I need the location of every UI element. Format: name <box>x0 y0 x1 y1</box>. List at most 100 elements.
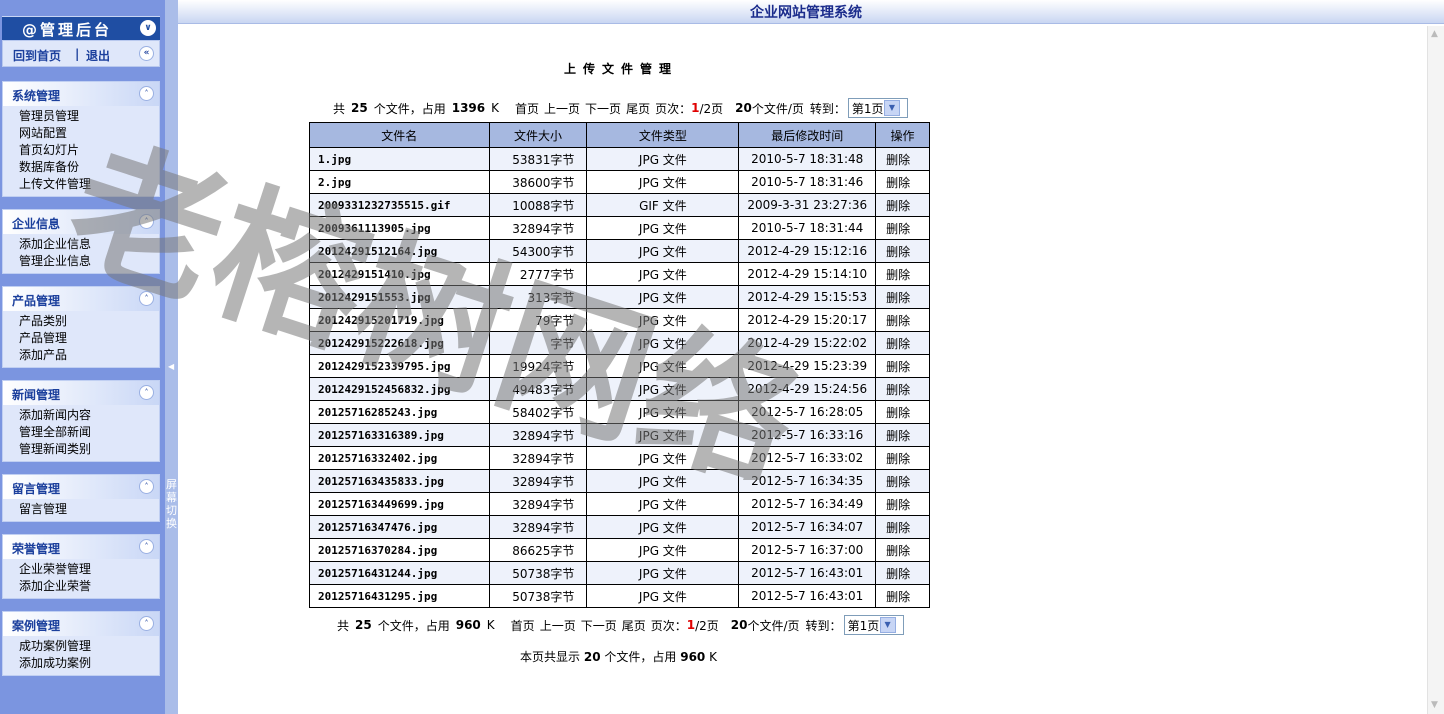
delete-link[interactable]: 删除 <box>875 262 930 286</box>
col-header-action: 操作 <box>875 122 930 148</box>
cell-type: JPG 文件 <box>586 423 740 447</box>
summary-size: 960 <box>680 650 706 664</box>
menu-item[interactable]: 上传文件管理 <box>19 176 159 193</box>
delete-link[interactable]: 删除 <box>875 515 930 539</box>
per-page-unit: 个文件/页 <box>751 101 804 116</box>
prev-page-link[interactable]: 上一页 <box>544 100 580 117</box>
first-page-link[interactable]: 首页 <box>511 617 535 634</box>
menu-item[interactable]: 产品管理 <box>19 330 159 347</box>
menu-item[interactable]: 数据库备份 <box>19 159 159 176</box>
first-page-link[interactable]: 首页 <box>515 100 539 117</box>
menu-item[interactable]: 首页幻灯片 <box>19 142 159 159</box>
page-select[interactable]: 第1页 ▼ <box>847 98 908 118</box>
menu-item[interactable]: 添加企业荣誉 <box>19 578 159 595</box>
delete-link[interactable]: 删除 <box>875 147 930 171</box>
cell-size: 50738字节 <box>488 561 588 585</box>
delete-link[interactable]: 删除 <box>875 492 930 516</box>
double-chevron-up-icon[interactable]: ˄ <box>139 539 154 554</box>
delete-link[interactable]: 删除 <box>875 239 930 263</box>
double-chevron-up-icon[interactable]: ˄ <box>139 616 154 631</box>
delete-link[interactable]: 删除 <box>875 538 930 562</box>
delete-link[interactable]: 删除 <box>875 423 930 447</box>
menu-group-header[interactable]: 新闻管理 ˄ <box>3 381 159 405</box>
next-page-link[interactable]: 下一页 <box>585 100 621 117</box>
cell-type: JPG 文件 <box>586 377 740 401</box>
home-link[interactable]: 回到首页 <box>13 47 61 64</box>
delete-link[interactable]: 删除 <box>875 469 930 493</box>
delete-link[interactable]: 删除 <box>875 170 930 194</box>
menu-item[interactable]: 网站配置 <box>19 125 159 142</box>
delete-link[interactable]: 删除 <box>875 216 930 240</box>
menu-group-header[interactable]: 留言管理 ˄ <box>3 475 159 499</box>
double-chevron-left-icon[interactable]: « <box>139 46 154 61</box>
delete-link[interactable]: 删除 <box>875 331 930 355</box>
cell-type: JPG 文件 <box>586 354 740 378</box>
cell-type: JPG 文件 <box>586 308 740 332</box>
logout-link[interactable]: 退出 <box>86 47 110 64</box>
double-chevron-up-icon[interactable]: ˄ <box>139 86 154 101</box>
delete-link[interactable]: 删除 <box>875 400 930 424</box>
goto-label: 转到： <box>805 618 842 633</box>
menu-item[interactable]: 企业荣誉管理 <box>19 561 159 578</box>
delete-link[interactable]: 删除 <box>875 308 930 332</box>
menu-item[interactable]: 留言管理 <box>19 501 159 518</box>
menu-item[interactable]: 管理企业信息 <box>19 253 159 270</box>
pager-total-size: 1396 <box>451 101 486 115</box>
table-row: 20125716331638​9.jpg 32894字节 JPG 文件 2012-5-… <box>309 423 930 447</box>
pager-total-prefix: 共 <box>333 101 346 116</box>
double-chevron-up-icon[interactable]: ˄ <box>139 214 154 229</box>
menu-item[interactable]: 添加成功案例 <box>19 655 159 672</box>
collapse-left-icon[interactable]: ◀ <box>168 362 174 371</box>
menu-item[interactable]: 管理新闻类别 <box>19 441 159 458</box>
cell-modified: 2012-5-7 16:43:01 <box>738 561 877 585</box>
chevron-down-icon[interactable]: ▼ <box>879 617 896 633</box>
cell-type: JPG 文件 <box>586 216 740 240</box>
screen-switch-label[interactable]: 屏幕切换 <box>166 478 177 530</box>
menu-group-header[interactable]: 产品管理 ˄ <box>3 287 159 311</box>
cell-type: JPG 文件 <box>586 239 740 263</box>
last-page-link[interactable]: 尾页 <box>626 100 650 117</box>
delete-link[interactable]: 删除 <box>875 193 930 217</box>
menu-item[interactable]: 管理员管理 <box>19 108 159 125</box>
pager-size-unit: K <box>491 101 500 115</box>
menu-group-header[interactable]: 企业信息 ˄ <box>3 210 159 234</box>
cell-filename: 201257163435833.jpg <box>309 469 490 493</box>
table-header-row: 文件名 文件大小 文件类型 最后修改时间 操作 <box>309 122 930 148</box>
delete-link[interactable]: 删除 <box>875 354 930 378</box>
delete-link[interactable]: 删除 <box>875 285 930 309</box>
delete-link[interactable]: 删除 <box>875 446 930 470</box>
double-chevron-up-icon[interactable]: ˄ <box>139 385 154 400</box>
menu-group-header[interactable]: 案例管理 ˄ <box>3 612 159 636</box>
menu-group-header[interactable]: 系统管理 ˄ <box>3 82 159 106</box>
menu-item[interactable]: 添加企业信息 <box>19 236 159 253</box>
cell-filename: 20125716285243.jpg <box>309 400 490 424</box>
delete-link[interactable]: 删除 <box>875 377 930 401</box>
cell-type: JPG 文件 <box>586 561 740 585</box>
vertical-scrollbar[interactable]: ▲ ▼ <box>1427 26 1444 714</box>
menu-item[interactable]: 管理全部新闻 <box>19 424 159 441</box>
scroll-down-icon[interactable]: ▼ <box>1431 700 1438 710</box>
double-chevron-up-icon[interactable]: ˄ <box>139 291 154 306</box>
prev-page-link[interactable]: 上一页 <box>540 617 576 634</box>
last-page-link[interactable]: 尾页 <box>622 617 646 634</box>
double-chevron-up-icon[interactable]: ˄ <box>139 479 154 494</box>
delete-link[interactable]: 删除 <box>875 584 930 608</box>
col-header-modified: 最后修改时间 <box>738 122 877 148</box>
cell-modified: 2012-5-7 16:34:35 <box>738 469 877 493</box>
chevron-down-icon[interactable]: ▼ <box>883 100 900 116</box>
page-title: 上传文件管理 <box>564 62 679 76</box>
scroll-up-icon[interactable]: ▲ <box>1431 29 1438 39</box>
menu-item[interactable]: 产品类别 <box>19 313 159 330</box>
frame-splitter[interactable]: ◀ 屏幕切换 <box>165 0 178 714</box>
menu-item[interactable]: 添加产品 <box>19 347 159 364</box>
page-total: /2页 <box>695 618 719 633</box>
menu-item[interactable]: 添加新闻内容 <box>19 407 159 424</box>
menu-group-header[interactable]: 荣誉管理 ˄ <box>3 535 159 559</box>
delete-link[interactable]: 删除 <box>875 561 930 585</box>
menu-item[interactable]: 成功案例管理 <box>19 638 159 655</box>
cell-size: 58402字节 <box>488 400 588 424</box>
page-select[interactable]: 第1页 ▼ <box>843 615 904 635</box>
next-page-link[interactable]: 下一页 <box>581 617 617 634</box>
pager-total-files: 25 <box>355 618 372 632</box>
double-chevron-down-icon[interactable]: ∨ <box>140 20 156 36</box>
